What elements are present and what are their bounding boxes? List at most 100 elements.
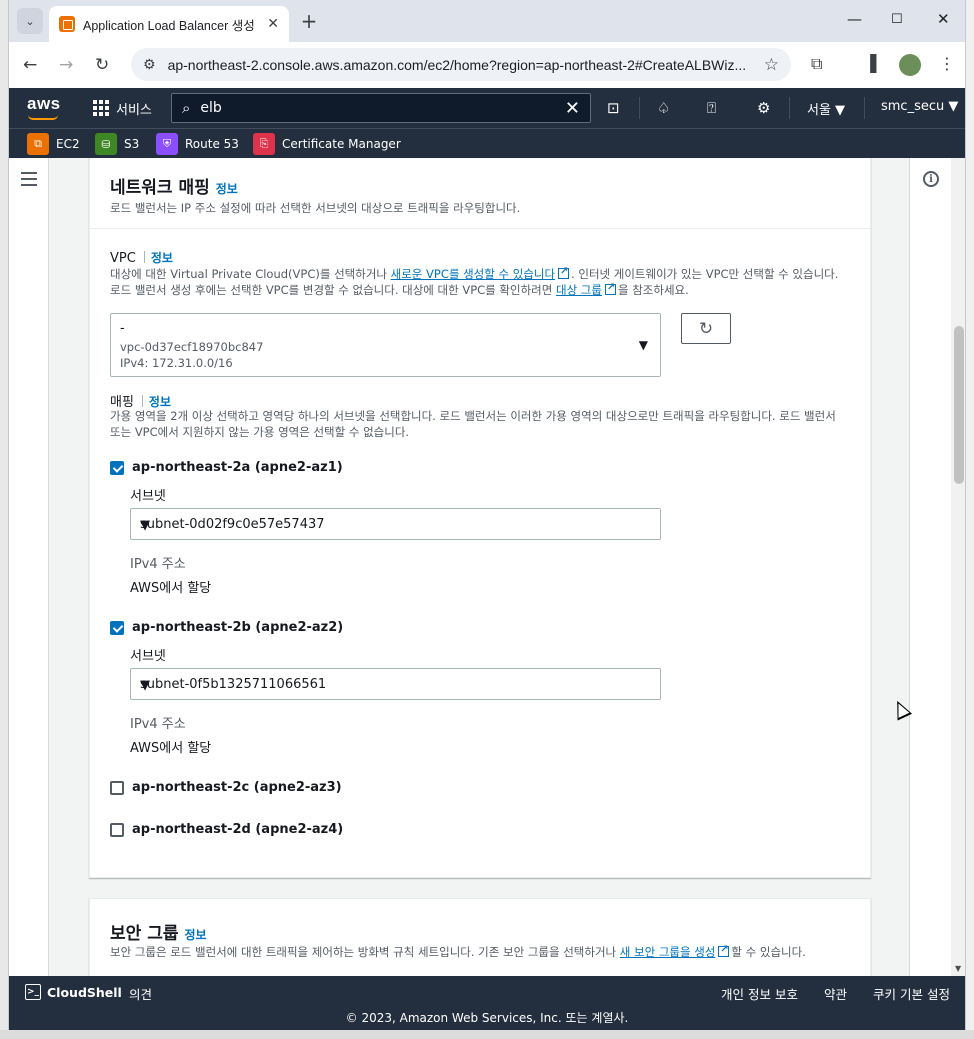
main-content: 네트워크 매핑 정보 로드 밸런서는 IP 주소 설정에 따라 선택한 서브넷의 … — [9, 158, 965, 976]
ec2-icon: ⧉ — [27, 133, 49, 155]
ipv4-value: AWS에서 할당 — [130, 581, 212, 596]
checkbox-unchecked[interactable] — [110, 822, 124, 837]
minimize-icon[interactable]: — — [847, 10, 862, 28]
create-vpc-link[interactable]: 새로운 VPC를 생성할 수 있습니다 — [391, 267, 555, 281]
terms-link[interactable]: 약관 — [824, 984, 847, 1003]
tab-search-button[interactable]: ⌄ — [17, 8, 43, 34]
mapping-info-link[interactable]: 정보 — [149, 395, 171, 409]
aws-top-nav: aws 서비스 ⌕ elb ✕ ⊡ ♤ ⍰ ⚙ 서울 ▼ smc_secu ▼ — [9, 88, 965, 128]
clear-search-icon[interactable]: ✕ — [565, 98, 580, 119]
security-groups-desc: 보안 그룹은 로드 밸런서에 대한 트래픽을 제어하는 방화벽 규칙 세트입니다… — [110, 942, 850, 960]
new-tab-button[interactable]: + — [297, 9, 321, 33]
az-name: ap-northeast-2d (apne2-az4) — [132, 822, 344, 837]
url-text: ap-northeast-2.console.aws.amazon.com/ec… — [167, 56, 747, 73]
target-groups-link[interactable]: 대상 그룹 — [556, 283, 602, 297]
close-window-icon[interactable]: ✕ — [937, 10, 950, 28]
network-mapping-panel: 네트워크 매핑 정보 로드 밸런서는 IP 주소 설정에 따라 선택한 서브넷의 … — [89, 158, 871, 878]
az-checkbox-2a[interactable]: ap-northeast-2a (apne2-az1) — [110, 460, 343, 475]
services-grid-icon[interactable] — [93, 100, 109, 116]
vpc-selected-name: - — [120, 321, 125, 336]
vpc-info-link[interactable]: 정보 — [151, 251, 173, 265]
network-mapping-desc: 로드 밸런서는 IP 주소 설정에 따라 선택한 서브넷의 대상으로 트래픽을 … — [110, 201, 521, 215]
info-icon[interactable]: i — [923, 171, 939, 187]
favorites-bar: ⧉ EC2 ⛁ S3 ⛨ Route 53 ⎘ Certificate Mana… — [9, 128, 965, 158]
side-nav-rail — [9, 158, 49, 976]
cloudshell-icon[interactable]: ⊡ — [607, 99, 620, 117]
privacy-link[interactable]: 개인 정보 보호 — [721, 984, 798, 1003]
settings-gear-icon[interactable]: ⚙ — [757, 99, 770, 117]
security-groups-title: 보안 그룹 정보 — [110, 924, 207, 944]
security-info-link[interactable]: 정보 — [184, 928, 206, 942]
aws-footer: >_ CloudShell 의견 개인 정보 보호 약관 쿠키 기본 설정 © … — [9, 976, 965, 1030]
favorite-s3[interactable]: ⛁ S3 — [95, 133, 139, 155]
ipv4-label: IPv4 주소 — [130, 557, 186, 572]
search-value: elb — [200, 100, 222, 116]
desktop-background — [0, 1030, 974, 1039]
hamburger-menu-icon[interactable] — [21, 172, 37, 190]
services-menu[interactable]: 서비스 — [116, 99, 152, 118]
favorite-label: EC2 — [56, 137, 80, 151]
extensions-icon[interactable]: ⧉ — [811, 54, 822, 74]
browser-tab[interactable]: Application Load Balancer 생성 ✕ — [49, 6, 289, 42]
scrollbar-thumb[interactable] — [954, 326, 964, 484]
browser-menu-icon[interactable]: ⋮ — [939, 54, 955, 73]
subnet-select-2a[interactable]: subnet-0d02f9c0e57e57437 ▼ — [130, 508, 661, 540]
caret-down-icon: ▼ — [140, 518, 150, 533]
checkbox-checked[interactable] — [110, 460, 124, 475]
ipv4-value: AWS에서 할당 — [130, 741, 212, 756]
aws-logo[interactable]: aws — [27, 94, 61, 114]
maximize-icon[interactable]: ☐ — [891, 12, 903, 27]
checkbox-checked[interactable] — [110, 620, 124, 635]
security-groups-panel: 보안 그룹 정보 보안 그룹은 로드 밸런서에 대한 트래픽을 제어하는 방화벽 … — [89, 898, 871, 976]
cloudshell-button[interactable]: >_ CloudShell — [25, 984, 122, 1000]
feedback-link[interactable]: 의견 — [129, 984, 152, 1003]
tab-close-icon[interactable]: ✕ — [267, 16, 279, 32]
back-icon[interactable]: ← — [23, 55, 37, 75]
vertical-scrollbar[interactable]: ▼ — [951, 158, 965, 976]
forward-icon[interactable]: → — [59, 55, 73, 75]
az-name: ap-northeast-2c (apne2-az3) — [132, 780, 342, 795]
url-omnibox[interactable]: ⚙ ap-northeast-2.console.aws.amazon.com/… — [131, 48, 791, 81]
network-mapping-title: 네트워크 매핑 정보 — [110, 178, 238, 198]
site-info-icon[interactable]: ⚙ — [143, 57, 156, 73]
region-selector[interactable]: 서울 ▼ — [807, 99, 845, 118]
tab-bar: ⌄ Application Load Balancer 생성 ✕ + — ☐ ✕ — [9, 0, 965, 42]
refresh-vpc-button[interactable]: ↻ — [681, 313, 731, 344]
favorite-label: S3 — [124, 137, 140, 151]
notifications-bell-icon[interactable]: ♤ — [657, 99, 670, 117]
s3-icon: ⛁ — [95, 133, 117, 155]
side-panel-icon[interactable]: ▐ — [864, 54, 876, 73]
vpc-selected-id: vpc-0d37ecf18970bc847 — [120, 340, 264, 354]
aws-search-input[interactable]: ⌕ elb ✕ — [171, 93, 591, 123]
az-checkbox-2d[interactable]: ap-northeast-2d (apne2-az4) — [110, 822, 343, 837]
favorite-route53[interactable]: ⛨ Route 53 — [156, 133, 239, 155]
checkbox-unchecked[interactable] — [110, 780, 124, 795]
az-name: ap-northeast-2b (apne2-az2) — [132, 620, 344, 635]
caret-down-icon: ▼ — [638, 338, 648, 352]
scroll-down-arrow-icon[interactable]: ▼ — [955, 964, 961, 973]
cookie-preferences-link[interactable]: 쿠키 기본 설정 — [873, 984, 950, 1003]
certificate-icon: ⎘ — [253, 133, 275, 155]
caret-down-icon: ▼ — [140, 678, 150, 693]
refresh-icon: ↻ — [698, 318, 714, 339]
desktop-background — [966, 0, 974, 1039]
vpc-select[interactable]: - vpc-0d37ecf18970bc847 IPv4: 172.31.0.0… — [110, 313, 661, 377]
create-security-group-link[interactable]: 새 보안 그룹을 생성 — [620, 945, 716, 959]
bookmark-star-icon[interactable]: ☆ — [764, 55, 779, 75]
copyright-text: © 2023, Amazon Web Services, Inc. 또는 계열사… — [345, 1011, 629, 1025]
reload-icon[interactable]: ↻ — [95, 55, 109, 75]
network-info-link[interactable]: 정보 — [216, 182, 238, 196]
profile-avatar[interactable] — [899, 54, 921, 76]
help-icon[interactable]: ⍰ — [707, 99, 716, 117]
favorite-ec2[interactable]: ⧉ EC2 — [27, 133, 80, 155]
aws-favicon-icon — [59, 16, 75, 32]
browser-window: ⌄ Application Load Balancer 생성 ✕ + — ☐ ✕… — [8, 0, 966, 1030]
external-link-icon — [718, 942, 730, 958]
ipv4-label: IPv4 주소 — [130, 717, 186, 732]
az-checkbox-2b[interactable]: ap-northeast-2b (apne2-az2) — [110, 620, 343, 635]
favorite-certificate-manager[interactable]: ⎘ Certificate Manager — [253, 133, 401, 155]
account-menu[interactable]: smc_secu ▼ — [881, 99, 958, 114]
vpc-selected-cidr: IPv4: 172.31.0.0/16 — [120, 356, 233, 370]
subnet-select-2b[interactable]: subnet-0f5b1325711066561 ▼ — [130, 668, 661, 700]
az-checkbox-2c[interactable]: ap-northeast-2c (apne2-az3) — [110, 780, 342, 795]
